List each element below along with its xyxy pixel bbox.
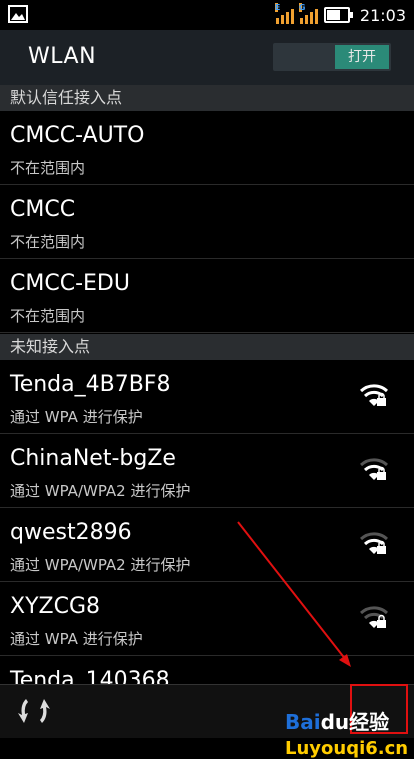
wifi-locked-icon (360, 532, 388, 554)
network-status: 不在范围内 (10, 233, 86, 251)
network-ssid: ChinaNet-bgZe (10, 446, 176, 471)
network-ssid: XYZCG8 (10, 594, 100, 619)
toggle-label: 打开 (335, 45, 389, 69)
network-row[interactable]: qwest2896 通过 WPA/WPA2 进行保护 (0, 508, 414, 582)
gallery-icon (8, 5, 28, 23)
network-status: 通过 WPA/WPA2 进行保护 (10, 556, 191, 574)
battery-icon (323, 7, 353, 23)
status-bar: E G 21:03 (0, 0, 414, 30)
network-status: 通过 WPA 进行保护 (10, 630, 143, 648)
network-ssid: Tenda_4B7BF8 (10, 372, 171, 397)
watermark: Baidu经验 Luyouqi6.cn (285, 710, 409, 759)
page-title: WLAN (28, 44, 97, 69)
network-status: 通过 WPA 进行保护 (10, 408, 143, 426)
network-status: 不在范围内 (10, 159, 86, 177)
refresh-icon[interactable] (16, 691, 52, 731)
section-header-unknown: 未知接入点 (0, 334, 414, 360)
network-row[interactable]: ChinaNet-bgZe 通过 WPA/WPA2 进行保护 (0, 434, 414, 508)
network-row[interactable]: XYZCG8 通过 WPA 进行保护 (0, 582, 414, 656)
network-ssid: CMCC-EDU (10, 271, 130, 296)
signal-icon: E (274, 3, 294, 24)
section-header-trusted: 默认信任接入点 (0, 85, 414, 111)
signal-icon-2: G (298, 3, 318, 24)
wifi-locked-icon (360, 458, 388, 480)
wlan-toggle[interactable]: 打开 (273, 43, 391, 71)
network-ssid: qwest2896 (10, 520, 132, 545)
network-status: 不在范围内 (10, 307, 86, 325)
network-row[interactable]: CMCC-AUTO 不在范围内 (0, 111, 414, 185)
wifi-locked-icon (360, 606, 388, 628)
wifi-locked-icon (360, 384, 388, 406)
network-row[interactable]: Tenda_4B7BF8 通过 WPA 进行保护 (0, 360, 414, 434)
clock: 21:03 (359, 5, 406, 25)
network-ssid: CMCC-AUTO (10, 123, 145, 148)
network-row[interactable]: CMCC 不在范围内 (0, 185, 414, 259)
network-ssid: CMCC (10, 197, 76, 222)
network-row[interactable]: CMCC-EDU 不在范围内 (0, 259, 414, 333)
network-status: 通过 WPA/WPA2 进行保护 (10, 482, 191, 500)
